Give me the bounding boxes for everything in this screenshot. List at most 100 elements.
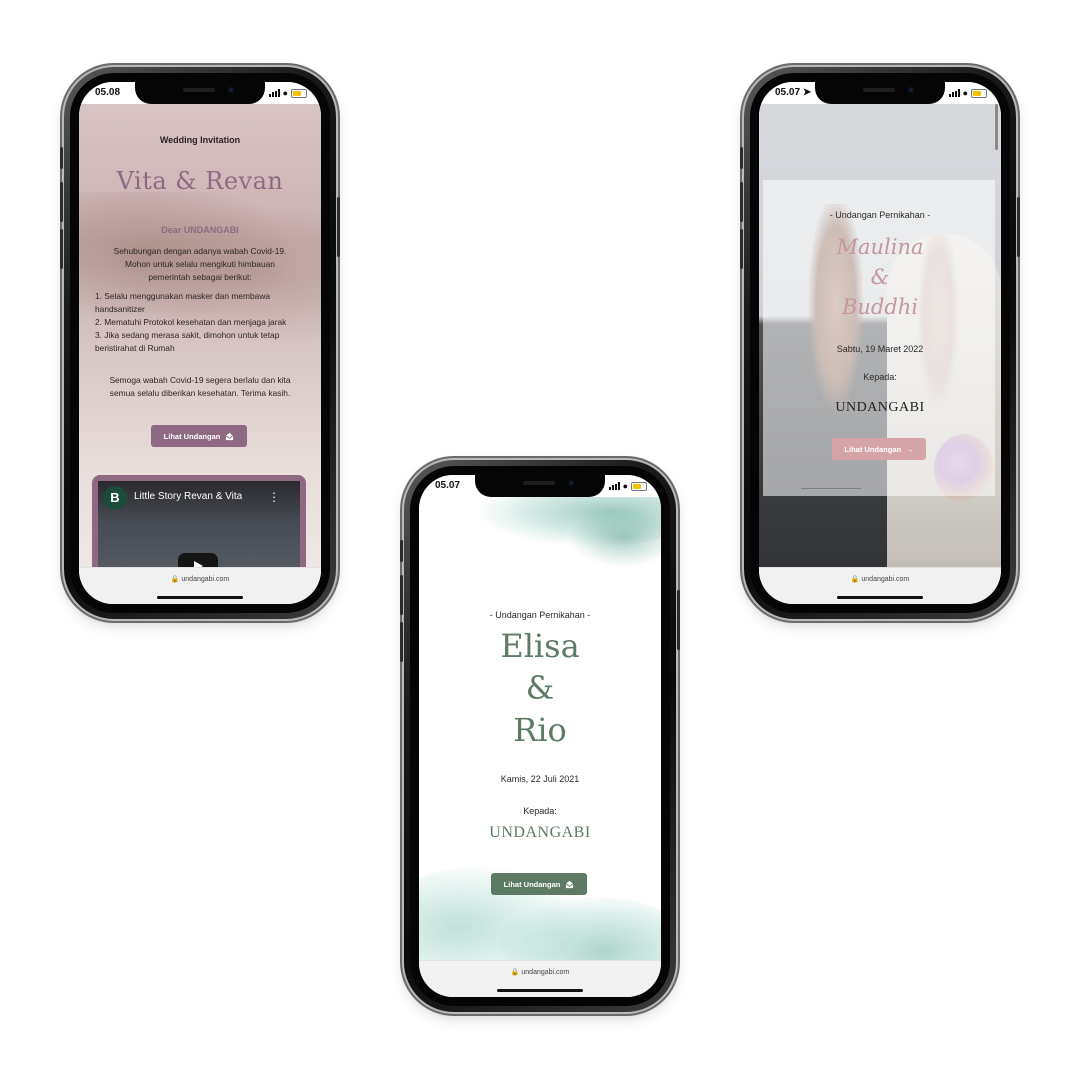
status-time: 05.07 ➤ <box>775 87 811 98</box>
screen: 05.07 ● - Undangan Pernikahan - Elisa & … <box>419 475 661 997</box>
guest-name: UNDANGABI <box>489 824 591 841</box>
list-item: 3. Jika sedang merasa sakit, dimohon unt… <box>95 330 280 353</box>
button-label: Lihat Undangan <box>503 879 561 889</box>
wedding-date: Kamis, 22 Juli 2021 <box>500 774 580 784</box>
browser-url-bar[interactable]: 🔒 undangabi.com <box>759 567 1001 604</box>
header-title: Wedding Invitation <box>159 135 241 145</box>
envelope-open-icon <box>565 880 574 888</box>
groom-name: Buddhi <box>841 295 919 319</box>
volume-down-button <box>60 229 63 269</box>
home-indicator[interactable] <box>497 989 583 992</box>
front-camera-icon <box>227 86 235 94</box>
envelope-open-icon <box>225 432 234 440</box>
home-indicator[interactable] <box>157 596 243 599</box>
greeting: Dear UNDANGABI <box>161 225 239 235</box>
status-time-value: 05.07 <box>775 87 801 98</box>
phone-left: 05.08 ● Wedding Invitation Vita & Revan … <box>60 67 340 619</box>
invitation-cover: - Undangan Pernikahan - Elisa & Rio Kami… <box>419 497 661 961</box>
view-invitation-button[interactable]: Lihat Undangan <box>151 425 247 447</box>
signal-icon <box>948 89 960 97</box>
button-label: Lihat Undangan <box>163 431 221 441</box>
url-text[interactable]: 🔒 undangabi.com <box>759 575 1001 583</box>
phone-center: 05.07 ● - Undangan Pernikahan - Elisa & … <box>400 460 680 1012</box>
invitation-subtitle: - Undangan Pernikahan - <box>489 610 591 620</box>
divider <box>801 488 861 489</box>
notch <box>815 82 945 104</box>
url-value: undangabi.com <box>181 576 230 583</box>
ampersand: & <box>525 669 555 707</box>
battery-icon <box>631 481 647 491</box>
browser-url-bar[interactable]: 🔒 undangabi.com <box>79 567 321 604</box>
phone-right: 05.07 ➤ ● - Undangan Pernikahan - Maulin… <box>740 67 1020 619</box>
screen: 05.07 ➤ ● - Undangan Pernikahan - Maulin… <box>759 82 1001 604</box>
invitation-cover: - Undangan Pernikahan - Maulina & Buddhi… <box>759 104 1001 568</box>
front-camera-icon <box>567 479 575 487</box>
front-camera-icon <box>907 86 915 94</box>
channel-avatar[interactable]: B <box>103 486 127 510</box>
couple-names: Vita & Revan <box>116 167 284 195</box>
power-button <box>677 590 680 650</box>
wifi-icon: ● <box>962 88 968 98</box>
more-options-icon[interactable]: ⋮ <box>268 487 280 507</box>
groom-name: Rio <box>513 711 567 749</box>
list-item: 2. Mematuhi Protokol kesehatan dan menja… <box>95 317 287 327</box>
volume-down-button <box>740 229 743 269</box>
closing-line: Semoga wabah Covid-19 segera berlalu dan… <box>109 375 291 385</box>
mute-switch <box>400 540 403 562</box>
view-invitation-button[interactable]: Lihat Undangan → <box>832 438 926 460</box>
status-time: 05.07 <box>435 480 461 491</box>
health-rules-list: 1. Selalu menggunakan masker dan membawa… <box>95 290 311 355</box>
notice-line: pemerintah sebagai berikut: <box>148 272 252 282</box>
bride-name: Maulina <box>836 235 924 259</box>
mute-switch <box>740 147 743 169</box>
scrollbar[interactable] <box>995 104 998 150</box>
to-label: Kepada: <box>863 372 897 382</box>
notch <box>475 475 605 497</box>
power-button <box>337 197 340 257</box>
power-button <box>1017 197 1020 257</box>
invitation-subtitle: - Undangan Pernikahan - <box>829 210 931 220</box>
video-title[interactable]: Little Story Revan & Vita <box>134 491 242 502</box>
url-text[interactable]: 🔒 undangabi.com <box>79 575 321 583</box>
view-invitation-button[interactable]: Lihat Undangan <box>491 873 587 895</box>
url-value: undangabi.com <box>521 969 570 976</box>
couple-names: Maulina & Buddhi <box>759 232 1001 322</box>
url-value: undangabi.com <box>861 576 910 583</box>
invitation-content: Wedding Invitation Vita & Revan Dear UND… <box>79 104 321 585</box>
button-label: Lihat Undangan <box>844 444 902 454</box>
to-label: Kepada: <box>523 806 557 816</box>
notice-line: Sehubungan dengan adanya wabah Covid-19. <box>113 246 287 256</box>
ampersand: & <box>870 265 890 289</box>
lock-icon: 🔒 <box>850 576 860 583</box>
couple-names: Elisa & Rio <box>419 625 661 751</box>
url-text[interactable]: 🔒 undangabi.com <box>419 968 661 976</box>
notice-line: Mohon untuk selalu mengikuti himbauan <box>125 259 275 269</box>
wedding-date: Sabtu, 19 Maret 2022 <box>836 344 924 354</box>
home-indicator[interactable] <box>837 596 923 599</box>
covid-notice: Sehubungan dengan adanya wabah Covid-19.… <box>91 245 309 284</box>
volume-down-button <box>400 622 403 662</box>
battery-icon <box>971 88 987 98</box>
signal-icon <box>268 89 280 97</box>
lock-icon: 🔒 <box>510 969 520 976</box>
closing-line: semua selalu diberikan kesehatan. Terima… <box>109 388 291 398</box>
notch <box>135 82 265 104</box>
volume-up-button <box>60 182 63 222</box>
arrow-right-icon: → <box>906 444 914 454</box>
browser-url-bar[interactable]: 🔒 undangabi.com <box>419 960 661 997</box>
bride-name: Elisa <box>500 627 580 665</box>
watercolor-top-accent <box>569 507 661 567</box>
status-time: 05.08 <box>95 87 121 98</box>
guest-name: UNDANGABI <box>835 400 925 415</box>
battery-icon <box>291 88 307 98</box>
list-item: 1. Selalu menggunakan masker dan membawa… <box>95 291 271 314</box>
screen: 05.08 ● Wedding Invitation Vita & Revan … <box>79 82 321 604</box>
signal-icon <box>608 482 620 490</box>
volume-up-button <box>400 575 403 615</box>
mute-switch <box>60 147 63 169</box>
volume-up-button <box>740 182 743 222</box>
wifi-icon: ● <box>622 481 628 491</box>
closing-message: Semoga wabah Covid-19 segera berlalu dan… <box>93 374 307 400</box>
lock-icon: 🔒 <box>170 576 180 583</box>
location-arrow-icon: ➤ <box>802 87 812 98</box>
